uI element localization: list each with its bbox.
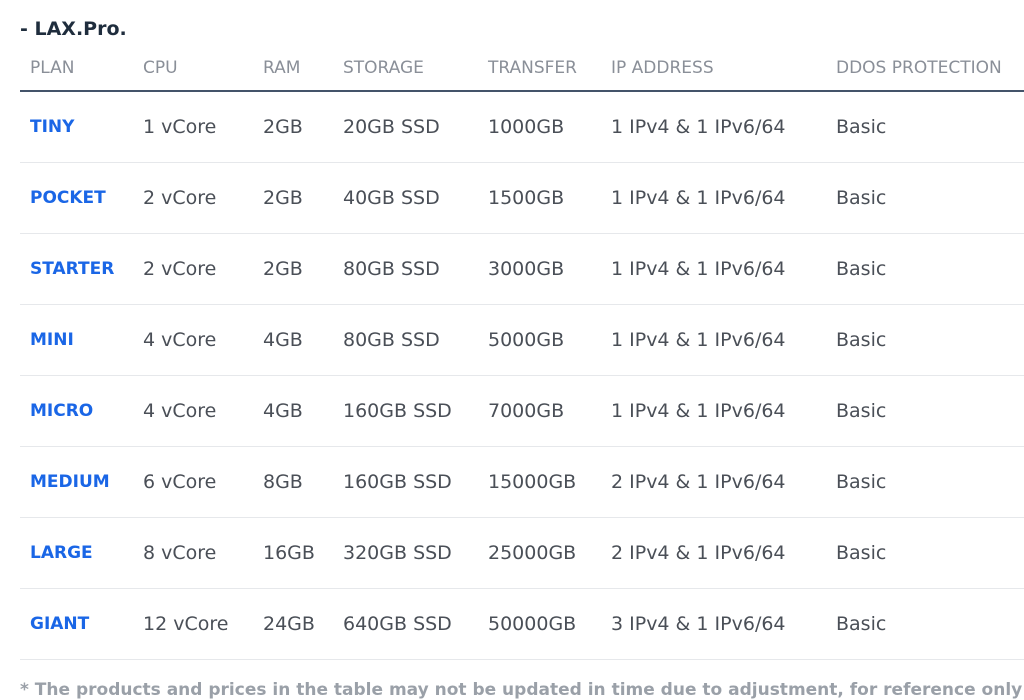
column-header-cpu: CPU <box>133 46 253 92</box>
plan-link-medium[interactable]: MEDIUM <box>20 446 133 518</box>
ddos-protection-cell: Basic <box>826 517 1024 589</box>
storage-cell: 80GB SSD <box>333 233 478 305</box>
ip-address-cell: 1 IPv4 & 1 IPv6/64 <box>601 233 826 305</box>
storage-cell: 320GB SSD <box>333 517 478 589</box>
ddos-protection-cell: Basic <box>826 233 1024 305</box>
plan-link-pocket[interactable]: POCKET <box>20 162 133 234</box>
cpu-cell: 12 vCore <box>133 588 253 660</box>
transfer-cell: 5000GB <box>478 304 601 376</box>
ram-cell: 4GB <box>253 375 333 447</box>
cpu-cell: 8 vCore <box>133 517 253 589</box>
plan-link-large[interactable]: LARGE <box>20 517 133 589</box>
plan-link-starter[interactable]: STARTER <box>20 233 133 305</box>
footnote: * The products and prices in the table m… <box>20 680 1023 700</box>
ram-cell: 24GB <box>253 588 333 660</box>
storage-cell: 160GB SSD <box>333 375 478 447</box>
plan-link-micro[interactable]: MICRO <box>20 375 133 447</box>
table-row: MINI 4 vCore 4GB 80GB SSD 5000GB 1 IPv4 … <box>20 304 1024 376</box>
column-header-ddos-protection: DDOS PROTECTION <box>826 46 1024 92</box>
ddos-protection-cell: Basic <box>826 588 1024 660</box>
cpu-cell: 4 vCore <box>133 375 253 447</box>
table-row: STARTER 2 vCore 2GB 80GB SSD 3000GB 1 IP… <box>20 233 1024 305</box>
transfer-cell: 15000GB <box>478 446 601 518</box>
storage-cell: 640GB SSD <box>333 588 478 660</box>
transfer-cell: 25000GB <box>478 517 601 589</box>
ip-address-cell: 3 IPv4 & 1 IPv6/64 <box>601 588 826 660</box>
column-header-plan: PLAN <box>20 46 133 92</box>
storage-cell: 80GB SSD <box>333 304 478 376</box>
ddos-protection-cell: Basic <box>826 375 1024 447</box>
table-row: GIANT 12 vCore 24GB 640GB SSD 50000GB 3 … <box>20 588 1024 660</box>
transfer-cell: 1500GB <box>478 162 601 234</box>
transfer-cell: 3000GB <box>478 233 601 305</box>
column-header-ram: RAM <box>253 46 333 92</box>
ip-address-cell: 1 IPv4 & 1 IPv6/64 <box>601 91 826 163</box>
storage-cell: 40GB SSD <box>333 162 478 234</box>
ram-cell: 16GB <box>253 517 333 589</box>
plan-link-giant[interactable]: GIANT <box>20 588 133 660</box>
ip-address-cell: 2 IPv4 & 1 IPv6/64 <box>601 446 826 518</box>
table-row: POCKET 2 vCore 2GB 40GB SSD 1500GB 1 IPv… <box>20 162 1024 234</box>
ram-cell: 8GB <box>253 446 333 518</box>
ddos-protection-cell: Basic <box>826 304 1024 376</box>
table-header-row: PLAN CPU RAM STORAGE TRANSFER IP ADDRESS… <box>20 46 1024 92</box>
plan-link-tiny[interactable]: TINY <box>20 91 133 163</box>
ip-address-cell: 1 IPv4 & 1 IPv6/64 <box>601 304 826 376</box>
column-header-storage: STORAGE <box>333 46 478 92</box>
ram-cell: 2GB <box>253 91 333 163</box>
column-header-ip-address: IP ADDRESS <box>601 46 826 92</box>
ddos-protection-cell: Basic <box>826 162 1024 234</box>
transfer-cell: 50000GB <box>478 588 601 660</box>
ip-address-cell: 2 IPv4 & 1 IPv6/64 <box>601 517 826 589</box>
ddos-protection-cell: Basic <box>826 91 1024 163</box>
plans-table: PLAN CPU RAM STORAGE TRANSFER IP ADDRESS… <box>20 46 1024 660</box>
table-row: TINY 1 vCore 2GB 20GB SSD 1000GB 1 IPv4 … <box>20 91 1024 163</box>
ram-cell: 4GB <box>253 304 333 376</box>
table-row: LARGE 8 vCore 16GB 320GB SSD 25000GB 2 I… <box>20 517 1024 589</box>
ram-cell: 2GB <box>253 162 333 234</box>
storage-cell: 160GB SSD <box>333 446 478 518</box>
section-title: - LAX.Pro. <box>20 18 127 40</box>
ip-address-cell: 1 IPv4 & 1 IPv6/64 <box>601 162 826 234</box>
ddos-protection-cell: Basic <box>826 446 1024 518</box>
cpu-cell: 2 vCore <box>133 233 253 305</box>
plan-link-mini[interactable]: MINI <box>20 304 133 376</box>
cpu-cell: 2 vCore <box>133 162 253 234</box>
ip-address-cell: 1 IPv4 & 1 IPv6/64 <box>601 375 826 447</box>
storage-cell: 20GB SSD <box>333 91 478 163</box>
table-row: MICRO 4 vCore 4GB 160GB SSD 7000GB 1 IPv… <box>20 375 1024 447</box>
cpu-cell: 4 vCore <box>133 304 253 376</box>
transfer-cell: 1000GB <box>478 91 601 163</box>
table-row: MEDIUM 6 vCore 8GB 160GB SSD 15000GB 2 I… <box>20 446 1024 518</box>
ram-cell: 2GB <box>253 233 333 305</box>
transfer-cell: 7000GB <box>478 375 601 447</box>
cpu-cell: 6 vCore <box>133 446 253 518</box>
column-header-transfer: TRANSFER <box>478 46 601 92</box>
cpu-cell: 1 vCore <box>133 91 253 163</box>
